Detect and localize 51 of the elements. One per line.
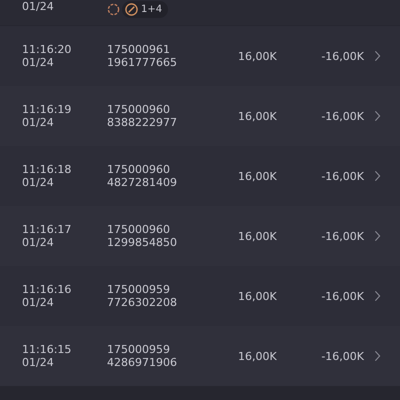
time-text: 11:16:16 xyxy=(22,283,72,296)
bet-amount: 16,00K xyxy=(238,50,278,62)
time-text: 11:16:18 xyxy=(22,163,72,176)
chevron-right-icon xyxy=(374,350,381,362)
chevron-right-icon xyxy=(374,50,381,62)
time-text: 11:16:15 xyxy=(22,343,72,356)
result-amount: -16,00K xyxy=(320,50,364,62)
table-row[interactable]: 11:16:20 01/24 175000961 1961777665 16,00K -16,00K xyxy=(0,26,400,86)
date-text: 01/24 xyxy=(22,236,55,249)
time-text: 11:16:19 xyxy=(22,103,72,116)
round-number: 4286971906 xyxy=(107,356,178,369)
bet-amount: 16,00K xyxy=(238,350,278,362)
order-id: 175000960 xyxy=(107,103,171,116)
date-text: 01/24 xyxy=(22,296,55,309)
order-id: 175000959 xyxy=(107,283,171,296)
result-amount: -16,00K xyxy=(320,110,364,122)
round-number: 1299854850 xyxy=(107,236,178,249)
chevron-right-icon xyxy=(374,290,381,302)
chevron-right-icon xyxy=(374,230,381,242)
result-amount: -16,00K xyxy=(320,350,364,362)
date-text: 01/24 xyxy=(22,116,55,129)
date-text: 01/24 xyxy=(22,176,55,189)
bet-amount: 16,00K xyxy=(238,230,278,242)
chevron-right-icon xyxy=(374,170,381,182)
order-id: 175000960 xyxy=(107,223,171,236)
game-badge: 1+4 xyxy=(122,1,168,18)
result-amount: -16,00K xyxy=(320,230,364,242)
table-row[interactable]: 11:16:18 01/24 175000960 4827281409 16,00K -16,00K xyxy=(0,146,400,206)
order-id: 175000961 xyxy=(107,43,171,56)
table-row[interactable]: 11:16:16 01/24 175000959 7726302208 16,00K -16,00K xyxy=(0,266,400,326)
date-text: 01/24 xyxy=(22,0,55,13)
table-row[interactable]: 11:16:19 01/24 175000960 8388222977 16,00K -16,00K xyxy=(0,86,400,146)
table-row[interactable]: 01/24 1+4 xyxy=(0,0,400,26)
round-number: 8388222977 xyxy=(107,116,178,129)
table-row[interactable]: 11:16:15 01/24 175000959 4286971906 16,00K -16,00K xyxy=(0,326,400,386)
time-text: 11:16:20 xyxy=(22,43,72,56)
bet-amount: 16,00K xyxy=(238,110,278,122)
result-amount: -16,00K xyxy=(320,170,364,182)
round-number: 1961777665 xyxy=(107,56,178,69)
round-number: 7726302208 xyxy=(107,296,178,309)
date-text: 01/24 xyxy=(22,56,55,69)
round-number: 4827281409 xyxy=(107,176,178,189)
table-row[interactable]: 11:16:17 01/24 175000960 1299854850 16,00K -16,00K xyxy=(0,206,400,266)
bet-amount: 16,00K xyxy=(238,290,278,302)
order-id: 175000959 xyxy=(107,343,171,356)
chevron-right-icon xyxy=(374,110,381,122)
date-text: 01/24 xyxy=(22,356,55,369)
order-id: 175000960 xyxy=(107,163,171,176)
time-text: 11:16:17 xyxy=(22,223,72,236)
bet-amount: 16,00K xyxy=(238,170,278,182)
result-amount: -16,00K xyxy=(320,290,364,302)
